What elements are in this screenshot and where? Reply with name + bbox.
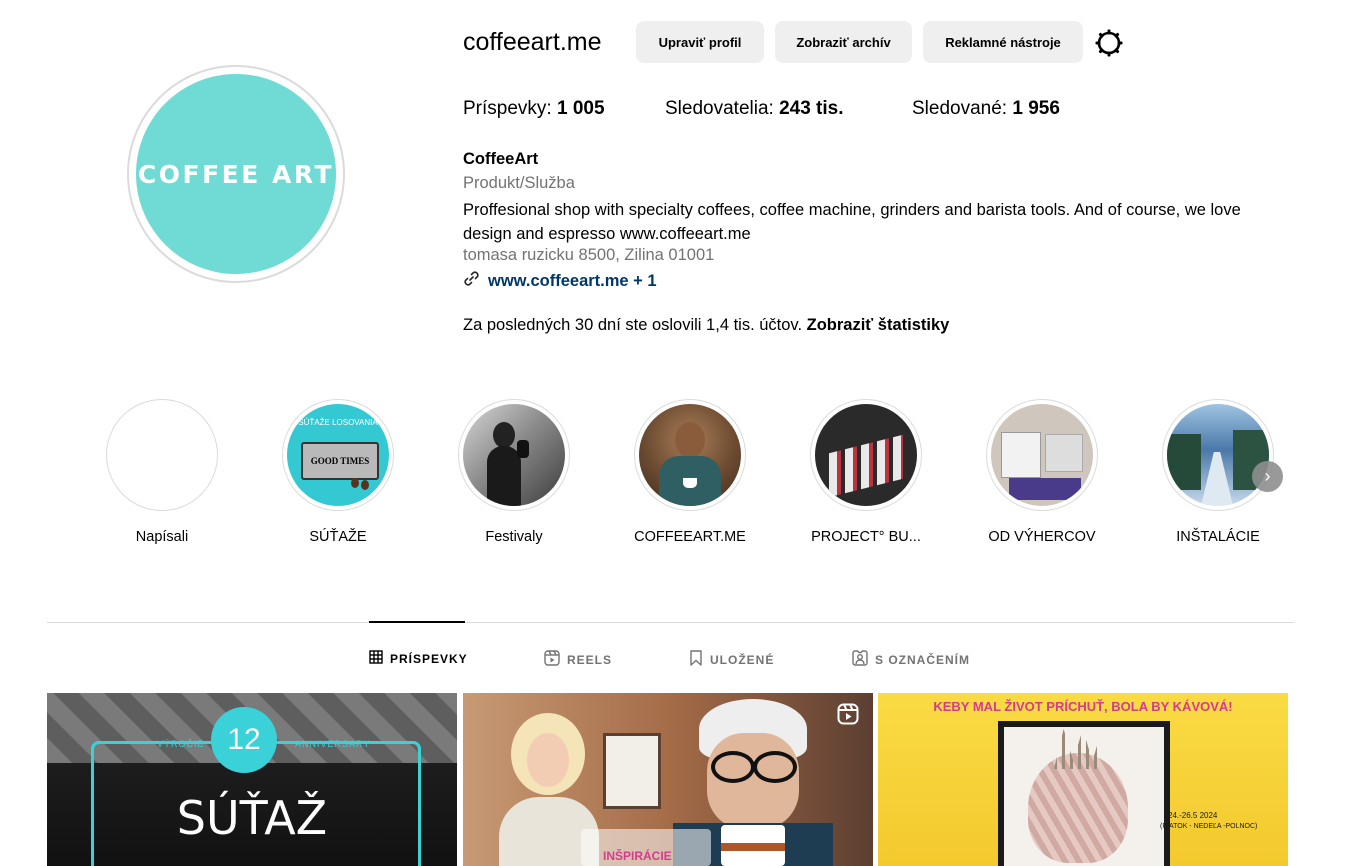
- highlight-label: OD VÝHERCOV: [988, 529, 1096, 545]
- profile-link[interactable]: www.coffeeart.me + 1: [463, 270, 657, 292]
- active-tab-indicator: [369, 621, 465, 623]
- ticket-graphic: GOOD TIMES: [301, 442, 379, 480]
- coffee-bean-icon: [351, 478, 359, 488]
- highlight-sutaze[interactable]: SÚŤAŽE LOSOVANIA GOOD TIMES: [282, 399, 394, 511]
- reels-icon: [837, 703, 859, 725]
- highlight-label: INŠTALÁCIE: [1176, 529, 1260, 545]
- following-label: Sledované:: [912, 98, 1008, 119]
- tab-saved[interactable]: ULOŽENÉ: [689, 650, 774, 669]
- highlight-label: Festivaly: [485, 529, 543, 545]
- tabs-divider: [47, 622, 1294, 623]
- tab-reels[interactable]: REELS: [544, 650, 612, 669]
- view-insights-link[interactable]: Zobraziť štatistiky: [807, 316, 950, 334]
- followers-label: Sledovatelia:: [665, 98, 774, 119]
- tab-label: S OZNAČENÍM: [875, 652, 970, 667]
- highlight-project[interactable]: [810, 399, 922, 511]
- reels-icon: [544, 650, 560, 669]
- grid-icon: [369, 650, 383, 667]
- post-tile[interactable]: INŠPIRÁCIE: [463, 693, 873, 866]
- tab-label: ULOŽENÉ: [710, 652, 775, 667]
- tab-tagged[interactable]: S OZNAČENÍM: [852, 650, 970, 669]
- post-tile[interactable]: 12 VÝROČIE ANNIVERSARY SÚŤAŽ: [47, 693, 457, 866]
- highlight-napisali[interactable]: [106, 399, 218, 511]
- posts-label: Príspevky:: [463, 98, 552, 119]
- category-label: Produkt/Služba: [463, 174, 575, 192]
- highlight-coffeeart[interactable]: [634, 399, 746, 511]
- following-count[interactable]: Sledované: 1 956: [912, 98, 1060, 120]
- post-date: 24.-26.5 2024: [1168, 811, 1218, 820]
- post-day: (PIATOK - NEDEĽA -POLNOC): [1160, 823, 1258, 830]
- tab-posts[interactable]: PRÍSPEVKY: [369, 650, 468, 667]
- tagged-icon: [852, 650, 868, 669]
- highlight-label: PROJECT° BU...: [811, 529, 921, 545]
- posts-value: 1 005: [556, 98, 605, 119]
- reach-text: Za posledných 30 dní ste oslovili 1,4 ti…: [463, 316, 803, 334]
- post-left-label: VÝROČIE: [157, 739, 205, 749]
- followers-value: 243 tis.: [779, 98, 844, 119]
- highlight-label: SÚŤAŽE: [309, 529, 367, 545]
- post-headline: KEBY MAL ŽIVOT PRÍCHUŤ, BOLA BY KÁVOVÁ!: [933, 699, 1233, 714]
- tab-label: PRÍSPEVKY: [390, 651, 468, 666]
- edit-profile-button[interactable]: Upraviť profil: [636, 21, 764, 63]
- username: coffeeart.me: [463, 28, 602, 56]
- link-icon: [463, 270, 480, 292]
- avatar-logo: COFFEE ART: [137, 159, 335, 189]
- highlight-label: COFFEEART.ME: [634, 529, 746, 545]
- highlight-label: Napísali: [135, 529, 189, 545]
- bookmark-icon: [689, 650, 703, 669]
- view-archive-button[interactable]: Zobraziť archív: [775, 21, 912, 63]
- anniversary-badge: 12: [211, 707, 277, 773]
- highlight-instalacie[interactable]: [1162, 399, 1274, 511]
- post-right-label: ANNIVERSARY: [295, 739, 371, 749]
- gear-icon[interactable]: [1093, 27, 1125, 59]
- display-name: CoffeeArt: [463, 150, 539, 168]
- post-caption: INŠPIRÁCIE: [603, 849, 672, 863]
- link-text: www.coffeeart.me + 1: [488, 271, 657, 290]
- reach-summary: Za posledných 30 dní ste oslovili 1,4 ti…: [463, 316, 949, 335]
- avatar[interactable]: COFFEE ART: [136, 74, 336, 274]
- posts-count: Príspevky: 1 005: [463, 98, 605, 120]
- ad-tools-button[interactable]: Reklamné nástroje: [923, 21, 1083, 63]
- highlight-festivaly[interactable]: [458, 399, 570, 511]
- post-overlay-title: SÚŤAŽ: [176, 791, 328, 845]
- address-text[interactable]: tomasa ruzicku 8500, Zilina 01001: [463, 246, 714, 265]
- tab-label: REELS: [567, 652, 613, 667]
- chevron-right-icon: ›: [1264, 466, 1271, 486]
- badge-number: 12: [227, 723, 261, 756]
- coffee-bean-icon: [361, 480, 369, 490]
- bio-text: Proffesional shop with specialty coffees…: [463, 201, 1241, 243]
- following-value: 1 956: [1012, 98, 1060, 119]
- highlight-sutaze-text: SÚŤAŽE LOSOVANIA: [298, 418, 378, 427]
- highlight-od-vyhercov[interactable]: [986, 399, 1098, 511]
- highlights-next-arrow[interactable]: ›: [1252, 461, 1283, 492]
- post-tile[interactable]: KEBY MAL ŽIVOT PRÍCHUŤ, BOLA BY KÁVOVÁ! …: [878, 693, 1288, 866]
- ticket-text: GOOD TIMES: [310, 456, 370, 466]
- followers-count[interactable]: Sledovatelia: 243 tis.: [665, 98, 844, 120]
